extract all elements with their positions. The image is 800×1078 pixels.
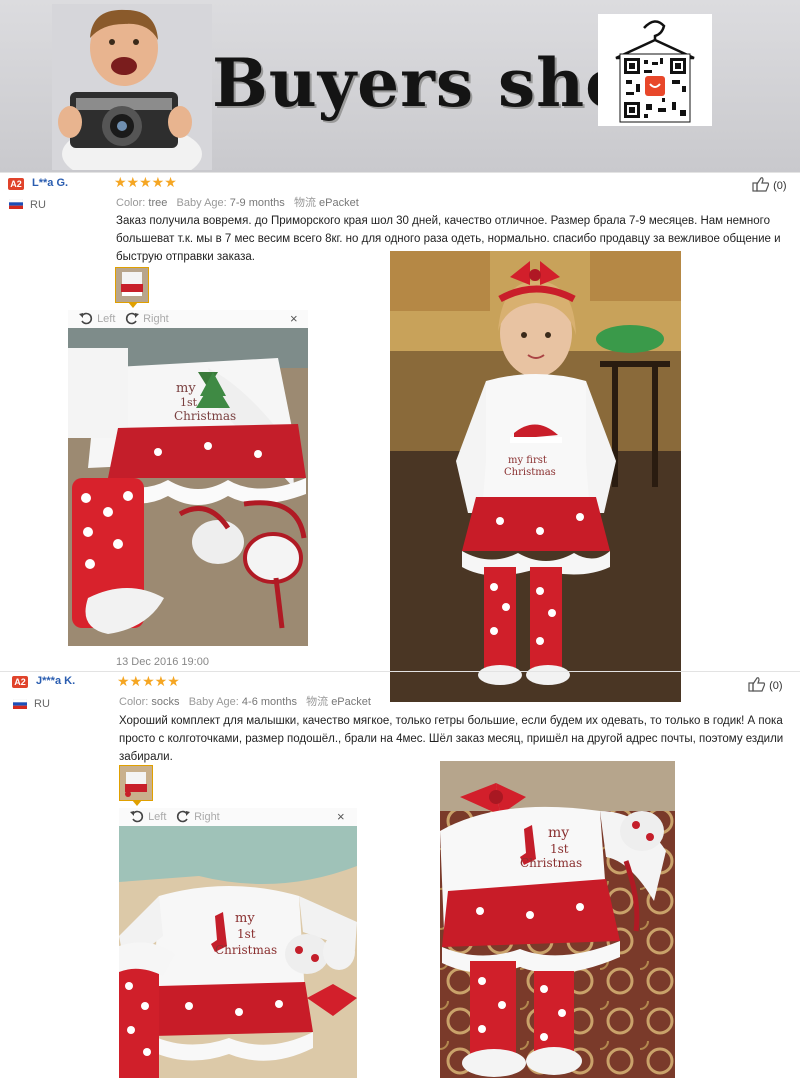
photo-viewer-toolbar: Left Right × (119, 808, 357, 826)
reviewer-country: RU (30, 199, 46, 211)
svg-text:my: my (176, 381, 196, 396)
order-info: Color: tree Baby Age: 7-9 months 物流 ePac… (116, 194, 359, 210)
baby-age-value: 4-6 months (241, 696, 297, 708)
reviewer-country: RU (34, 698, 50, 710)
star-rating: ★★★★★ (117, 673, 180, 689)
child-with-camera-image (52, 4, 212, 170)
review-photo-thumbnail[interactable] (119, 765, 153, 801)
close-viewer-button[interactable]: × (337, 809, 345, 824)
color-value: socks (151, 696, 180, 708)
review-divider (0, 671, 800, 672)
shipping-value: ePacket (319, 197, 359, 209)
buyers-show-banner: Buyers show (0, 0, 800, 172)
svg-text:my: my (548, 825, 569, 841)
svg-text:Christmas: Christmas (520, 856, 582, 870)
review-photo-outfit-on-bed: my 1st Christmas (119, 826, 357, 1078)
svg-text:Christmas: Christmas (504, 467, 556, 478)
review-text: Хороший комплект для малышки, качество м… (119, 715, 784, 763)
review-photo-thumbnail[interactable] (115, 267, 149, 303)
svg-text:my first: my first (508, 455, 547, 466)
baby-age-label: Baby Age: (176, 197, 227, 209)
russia-flag-icon (13, 699, 27, 709)
rotate-right-icon (176, 810, 190, 823)
baby-age-value: 7-9 months (229, 197, 285, 209)
order-info: Color: socks Baby Age: 4-6 months 物流 ePa… (119, 693, 371, 709)
star-rating: ★★★★★ (114, 174, 177, 190)
rotate-left-label: Left (148, 811, 167, 823)
color-label: Color: (116, 197, 146, 209)
color-label: Color: (119, 696, 149, 708)
close-viewer-button[interactable]: × (290, 311, 298, 326)
thumbnail-pointer (132, 800, 142, 806)
thumbnail-pointer (128, 302, 138, 308)
rotate-right-icon (125, 312, 139, 325)
baby-age-label: Baby Age: (188, 696, 239, 708)
shipping-value: ePacket (331, 696, 371, 708)
rotate-left-button[interactable]: Left (78, 310, 115, 326)
reviewer-name[interactable]: J***a K. (36, 675, 75, 687)
color-value: tree (148, 197, 168, 209)
rotate-right-label: Right (194, 811, 220, 823)
qr-code-image (598, 14, 712, 126)
rotate-left-icon (79, 312, 93, 325)
russia-flag-icon (9, 199, 23, 209)
svg-text:my: my (235, 911, 255, 926)
thumbs-up-icon (752, 177, 770, 192)
rotate-right-button[interactable]: Right (124, 310, 169, 326)
svg-text:1st: 1st (180, 396, 198, 409)
svg-text:1st: 1st (550, 842, 569, 856)
review-photo-outfit-flatlay: my 1st Christmas (68, 328, 308, 646)
shipping-label: 物流 (306, 696, 329, 708)
svg-text:Christmas: Christmas (174, 409, 236, 423)
level-badge: A2 (12, 676, 28, 688)
helpful-button[interactable]: (0) (748, 676, 783, 692)
rotate-left-label: Left (97, 313, 116, 325)
review-divider (0, 172, 800, 173)
helpful-count: (0) (769, 680, 783, 692)
thumbs-up-icon (748, 677, 766, 692)
review-photo-outfit-on-chair: my 1st Christmas (440, 761, 675, 1078)
rotate-left-icon (130, 810, 144, 823)
review-photo-girl-wearing-outfit: my first Christmas (390, 251, 681, 702)
rotate-right-label: Right (143, 313, 169, 325)
helpful-button[interactable]: (0) (752, 176, 787, 192)
helpful-count: (0) (773, 180, 787, 192)
rotate-right-button[interactable]: Right (175, 808, 220, 824)
review-date: 13 Dec 2016 19:00 (116, 656, 209, 668)
shipping-label: 物流 (293, 197, 316, 209)
level-badge: A2 (8, 178, 24, 190)
photo-viewer-toolbar: Left Right × (68, 310, 308, 328)
reviewer-name[interactable]: L**a G. (32, 177, 68, 189)
svg-text:Christmas: Christmas (215, 943, 277, 957)
svg-text:1st: 1st (237, 927, 256, 941)
rotate-left-button[interactable]: Left (129, 808, 166, 824)
